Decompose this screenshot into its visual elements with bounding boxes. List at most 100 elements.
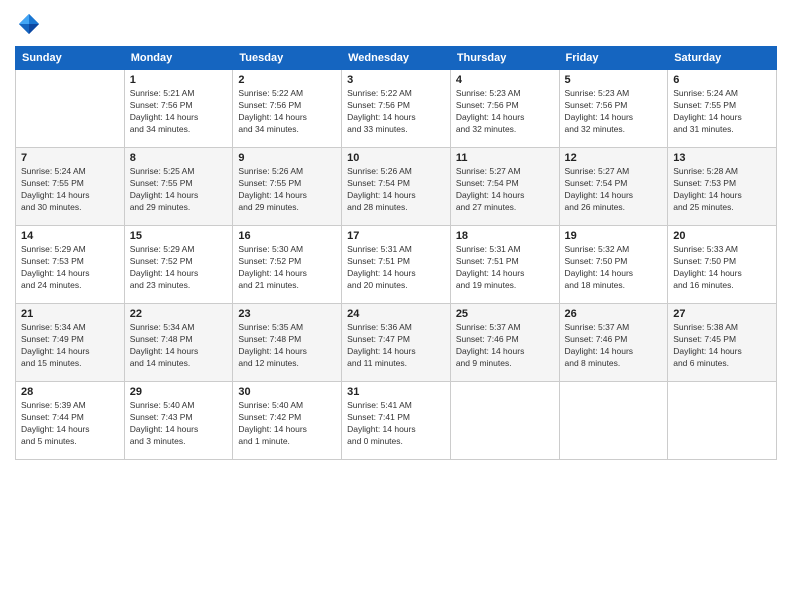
day-info: Sunrise: 5:24 AM Sunset: 7:55 PM Dayligh…: [21, 166, 119, 214]
calendar-cell: 8 Sunrise: 5:25 AM Sunset: 7:55 PM Daylig…: [124, 148, 233, 226]
calendar-header-thursday: Thursday: [450, 47, 559, 70]
calendar-week-2: 7Sunrise: 5:24 AM Sunset: 7:55 PM Daylig…: [16, 148, 777, 226]
day-info: Sunrise: 5:26 AM Sunset: 7:54 PM Dayligh…: [347, 166, 445, 214]
day-info: Sunrise: 5:30 AM Sunset: 7:52 PM Dayligh…: [238, 244, 336, 292]
day-info: Sunrise: 5:39 AM Sunset: 7:44 PM Dayligh…: [21, 400, 119, 448]
day-info: Sunrise: 5:31 AM Sunset: 7:51 PM Dayligh…: [347, 244, 445, 292]
header: [15, 10, 777, 38]
day-number: 2: [238, 74, 336, 86]
calendar-cell: 12 Sunrise: 5:27 AM Sunset: 7:54 PM Dayli…: [559, 148, 668, 226]
day-info: Sunrise: 5:22 AM Sunset: 7:56 PM Dayligh…: [347, 88, 445, 136]
calendar-cell: 24 Sunrise: 5:36 AM Sunset: 7:47 PM Dayli…: [342, 304, 451, 382]
day-info: Sunrise: 5:33 AM Sunset: 7:50 PM Dayligh…: [673, 244, 771, 292]
day-number: 16: [238, 230, 336, 242]
day-number: 25: [456, 308, 554, 320]
day-number: 18: [456, 230, 554, 242]
calendar-cell: [559, 382, 668, 460]
calendar-header-saturday: Saturday: [668, 47, 777, 70]
day-info: Sunrise: 5:21 AM Sunset: 7:56 PM Dayligh…: [130, 88, 228, 136]
calendar-header-tuesday: Tuesday: [233, 47, 342, 70]
calendar-cell: [16, 70, 125, 148]
calendar-cell: 31 Sunrise: 5:41 AM Sunset: 7:41 PM Dayli…: [342, 382, 451, 460]
calendar-week-4: 21 Sunrise: 5:34 AM Sunset: 7:49 PM Dayli…: [16, 304, 777, 382]
day-number: 20: [673, 230, 771, 242]
calendar-cell: 30Sunrise: 5:40 AM Sunset: 7:42 PM Dayli…: [233, 382, 342, 460]
day-info: Sunrise: 5:22 AM Sunset: 7:56 PM Dayligh…: [238, 88, 336, 136]
calendar-cell: [450, 382, 559, 460]
calendar-week-1: 1 Sunrise: 5:21 AM Sunset: 7:56 PM Daylig…: [16, 70, 777, 148]
day-number: 17: [347, 230, 445, 242]
day-info: Sunrise: 5:34 AM Sunset: 7:48 PM Dayligh…: [130, 322, 228, 370]
calendar-cell: 11Sunrise: 5:27 AM Sunset: 7:54 PM Dayli…: [450, 148, 559, 226]
calendar-week-3: 14Sunrise: 5:29 AM Sunset: 7:53 PM Dayli…: [16, 226, 777, 304]
day-info: Sunrise: 5:37 AM Sunset: 7:46 PM Dayligh…: [565, 322, 663, 370]
day-number: 31: [347, 386, 445, 398]
page: SundayMondayTuesdayWednesdayThursdayFrid…: [0, 0, 792, 612]
calendar-cell: 15Sunrise: 5:29 AM Sunset: 7:52 PM Dayli…: [124, 226, 233, 304]
day-info: Sunrise: 5:23 AM Sunset: 7:56 PM Dayligh…: [456, 88, 554, 136]
calendar-header-sunday: Sunday: [16, 47, 125, 70]
calendar-header-row: SundayMondayTuesdayWednesdayThursdayFrid…: [16, 47, 777, 70]
day-info: Sunrise: 5:31 AM Sunset: 7:51 PM Dayligh…: [456, 244, 554, 292]
calendar-cell: 13 Sunrise: 5:28 AM Sunset: 7:53 PM Dayli…: [668, 148, 777, 226]
day-info: Sunrise: 5:29 AM Sunset: 7:52 PM Dayligh…: [130, 244, 228, 292]
day-number: 23: [238, 308, 336, 320]
calendar-cell: 4Sunrise: 5:23 AM Sunset: 7:56 PM Daylig…: [450, 70, 559, 148]
day-info: Sunrise: 5:40 AM Sunset: 7:43 PM Dayligh…: [130, 400, 228, 448]
day-number: 14: [21, 230, 119, 242]
calendar-header-monday: Monday: [124, 47, 233, 70]
calendar-cell: 14Sunrise: 5:29 AM Sunset: 7:53 PM Dayli…: [16, 226, 125, 304]
day-info: Sunrise: 5:32 AM Sunset: 7:50 PM Dayligh…: [565, 244, 663, 292]
calendar-cell: 6 Sunrise: 5:24 AM Sunset: 7:55 PM Daylig…: [668, 70, 777, 148]
day-number: 27: [673, 308, 771, 320]
day-info: Sunrise: 5:27 AM Sunset: 7:54 PM Dayligh…: [565, 166, 663, 214]
day-info: Sunrise: 5:34 AM Sunset: 7:49 PM Dayligh…: [21, 322, 119, 370]
calendar-cell: 9Sunrise: 5:26 AM Sunset: 7:55 PM Daylig…: [233, 148, 342, 226]
day-number: 12: [565, 152, 663, 164]
day-number: 1: [130, 74, 228, 86]
day-info: Sunrise: 5:24 AM Sunset: 7:55 PM Dayligh…: [673, 88, 771, 136]
calendar-cell: 29 Sunrise: 5:40 AM Sunset: 7:43 PM Dayli…: [124, 382, 233, 460]
calendar-cell: 25 Sunrise: 5:37 AM Sunset: 7:46 PM Dayli…: [450, 304, 559, 382]
calendar-cell: 3 Sunrise: 5:22 AM Sunset: 7:56 PM Daylig…: [342, 70, 451, 148]
day-info: Sunrise: 5:41 AM Sunset: 7:41 PM Dayligh…: [347, 400, 445, 448]
calendar-cell: 2 Sunrise: 5:22 AM Sunset: 7:56 PM Daylig…: [233, 70, 342, 148]
day-number: 28: [21, 386, 119, 398]
day-number: 22: [130, 308, 228, 320]
day-number: 10: [347, 152, 445, 164]
day-info: Sunrise: 5:35 AM Sunset: 7:48 PM Dayligh…: [238, 322, 336, 370]
logo: [15, 10, 47, 38]
calendar-cell: 28 Sunrise: 5:39 AM Sunset: 7:44 PM Dayli…: [16, 382, 125, 460]
day-number: 13: [673, 152, 771, 164]
calendar-cell: 19 Sunrise: 5:32 AM Sunset: 7:50 PM Dayli…: [559, 226, 668, 304]
day-info: Sunrise: 5:37 AM Sunset: 7:46 PM Dayligh…: [456, 322, 554, 370]
day-number: 5: [565, 74, 663, 86]
calendar-header-friday: Friday: [559, 47, 668, 70]
day-number: 9: [238, 152, 336, 164]
calendar-cell: 27Sunrise: 5:38 AM Sunset: 7:45 PM Dayli…: [668, 304, 777, 382]
calendar-cell: 5 Sunrise: 5:23 AM Sunset: 7:56 PM Daylig…: [559, 70, 668, 148]
calendar-cell: 1 Sunrise: 5:21 AM Sunset: 7:56 PM Daylig…: [124, 70, 233, 148]
day-number: 3: [347, 74, 445, 86]
calendar-cell: [668, 382, 777, 460]
calendar-cell: 16 Sunrise: 5:30 AM Sunset: 7:52 PM Dayli…: [233, 226, 342, 304]
calendar-cell: 17 Sunrise: 5:31 AM Sunset: 7:51 PM Dayli…: [342, 226, 451, 304]
day-info: Sunrise: 5:23 AM Sunset: 7:56 PM Dayligh…: [565, 88, 663, 136]
day-number: 19: [565, 230, 663, 242]
calendar: SundayMondayTuesdayWednesdayThursdayFrid…: [15, 46, 777, 460]
day-info: Sunrise: 5:25 AM Sunset: 7:55 PM Dayligh…: [130, 166, 228, 214]
calendar-cell: 22 Sunrise: 5:34 AM Sunset: 7:48 PM Dayli…: [124, 304, 233, 382]
day-number: 29: [130, 386, 228, 398]
calendar-cell: 21 Sunrise: 5:34 AM Sunset: 7:49 PM Dayli…: [16, 304, 125, 382]
day-info: Sunrise: 5:40 AM Sunset: 7:42 PM Dayligh…: [238, 400, 336, 448]
day-number: 8: [130, 152, 228, 164]
day-number: 24: [347, 308, 445, 320]
calendar-cell: 18 Sunrise: 5:31 AM Sunset: 7:51 PM Dayli…: [450, 226, 559, 304]
day-number: 21: [21, 308, 119, 320]
calendar-cell: 20 Sunrise: 5:33 AM Sunset: 7:50 PM Dayli…: [668, 226, 777, 304]
day-number: 6: [673, 74, 771, 86]
calendar-cell: 26Sunrise: 5:37 AM Sunset: 7:46 PM Dayli…: [559, 304, 668, 382]
day-info: Sunrise: 5:28 AM Sunset: 7:53 PM Dayligh…: [673, 166, 771, 214]
calendar-header-wednesday: Wednesday: [342, 47, 451, 70]
day-info: Sunrise: 5:36 AM Sunset: 7:47 PM Dayligh…: [347, 322, 445, 370]
